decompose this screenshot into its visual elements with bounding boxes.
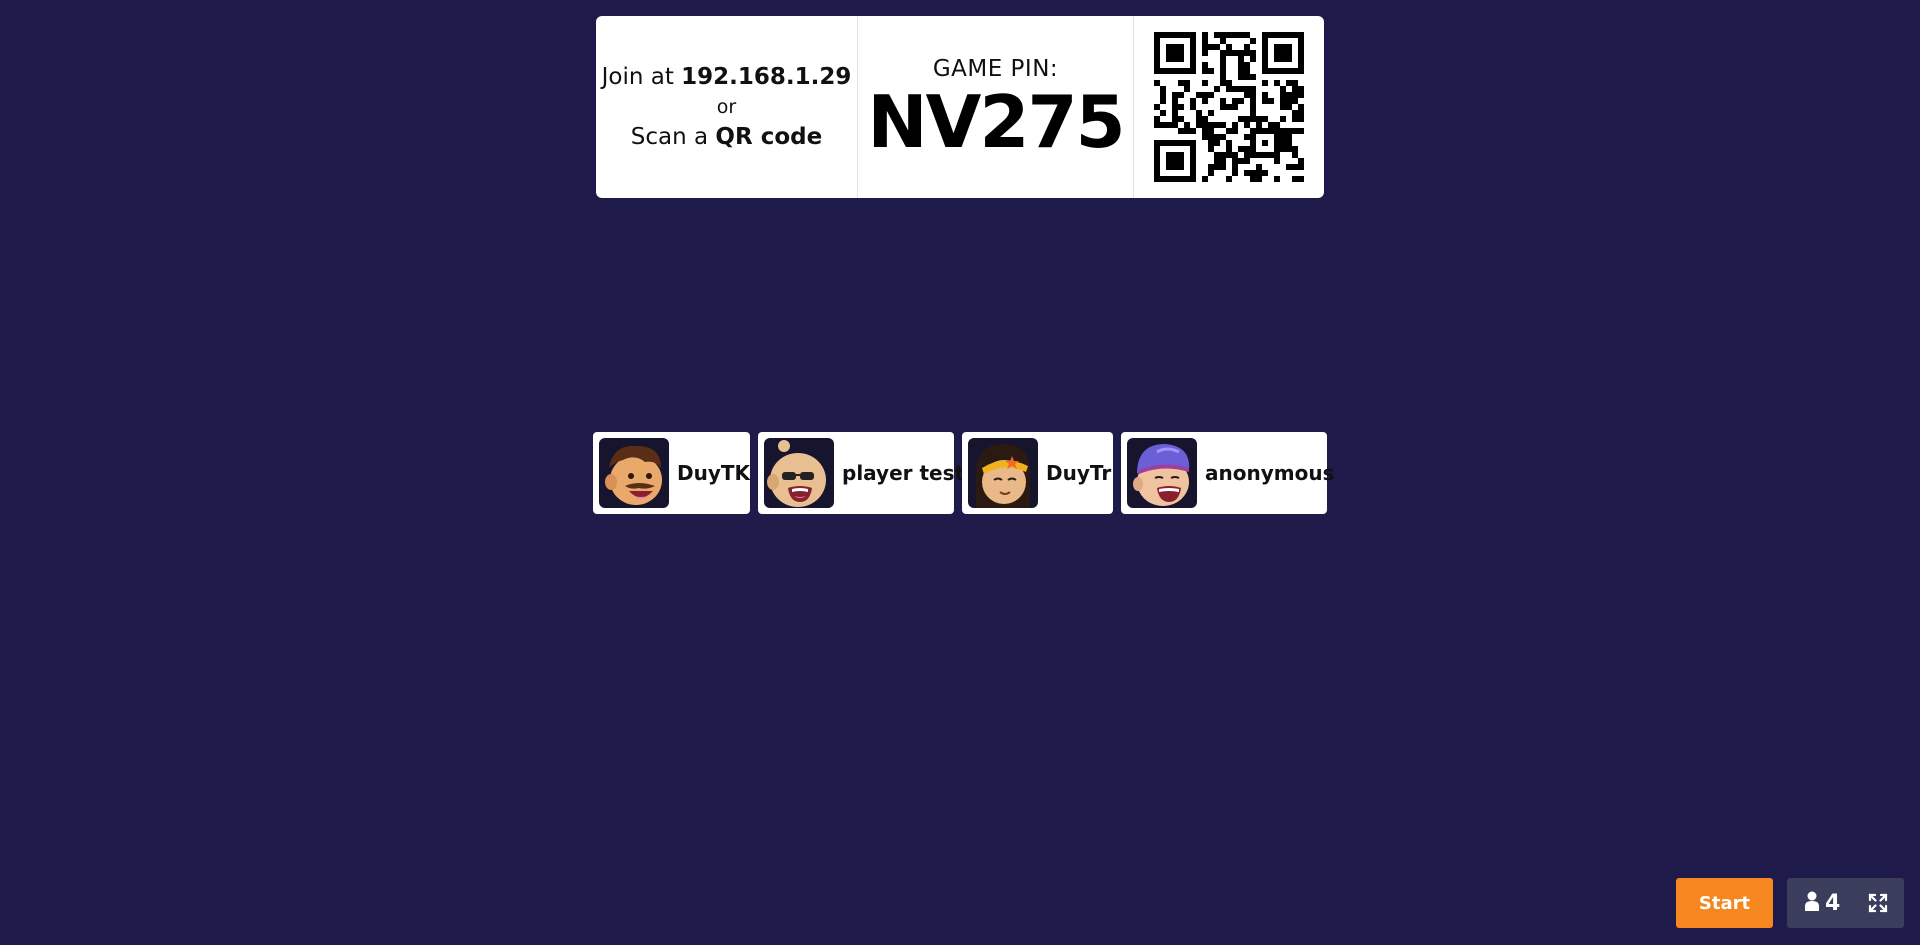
qr-code-image	[1154, 32, 1304, 182]
qr-code-box	[1134, 16, 1324, 198]
join-prefix: Join at	[601, 64, 682, 90]
headband-girl-avatar	[968, 438, 1038, 508]
join-instructions: Join at 192.168.1.29 or Scan a QR code	[596, 16, 858, 198]
scan-qr-label: QR code	[715, 124, 823, 150]
player-name: DuyTr	[1046, 461, 1112, 485]
join-card: Join at 192.168.1.29 or Scan a QR code G…	[596, 16, 1324, 198]
player-name: anonymous	[1205, 461, 1335, 485]
purple-hair-avatar	[1127, 438, 1197, 508]
person-icon	[1805, 891, 1819, 915]
player-count-value: 4	[1825, 890, 1841, 916]
game-pin-label: GAME PIN:	[932, 56, 1059, 82]
player-count-panel: 4	[1787, 878, 1904, 928]
join-address-line: Join at 192.168.1.29	[602, 62, 852, 92]
game-pin-value: NV275	[867, 80, 1125, 164]
game-pin-box: GAME PIN: NV275	[858, 16, 1134, 198]
fullscreen-icon[interactable]	[1868, 893, 1888, 913]
player-list: DuyTK player test DuyTr anonymous	[593, 432, 1334, 514]
player-card: player test	[758, 432, 964, 514]
scan-line: Scan a QR code	[631, 122, 822, 152]
player-card: DuyTr	[962, 432, 1113, 514]
player-card: DuyTK	[593, 432, 750, 514]
join-address[interactable]: 192.168.1.29	[681, 64, 851, 90]
start-button[interactable]: Start	[1676, 878, 1773, 928]
player-count: 4	[1805, 891, 1840, 916]
join-or: or	[716, 96, 737, 118]
player-name: DuyTK	[677, 461, 751, 485]
mustache-man-avatar	[599, 438, 669, 508]
player-name: player test	[842, 461, 965, 485]
scan-prefix: Scan a	[630, 124, 716, 150]
bald-sunglasses-avatar	[764, 438, 834, 508]
player-card: anonymous	[1121, 432, 1334, 514]
